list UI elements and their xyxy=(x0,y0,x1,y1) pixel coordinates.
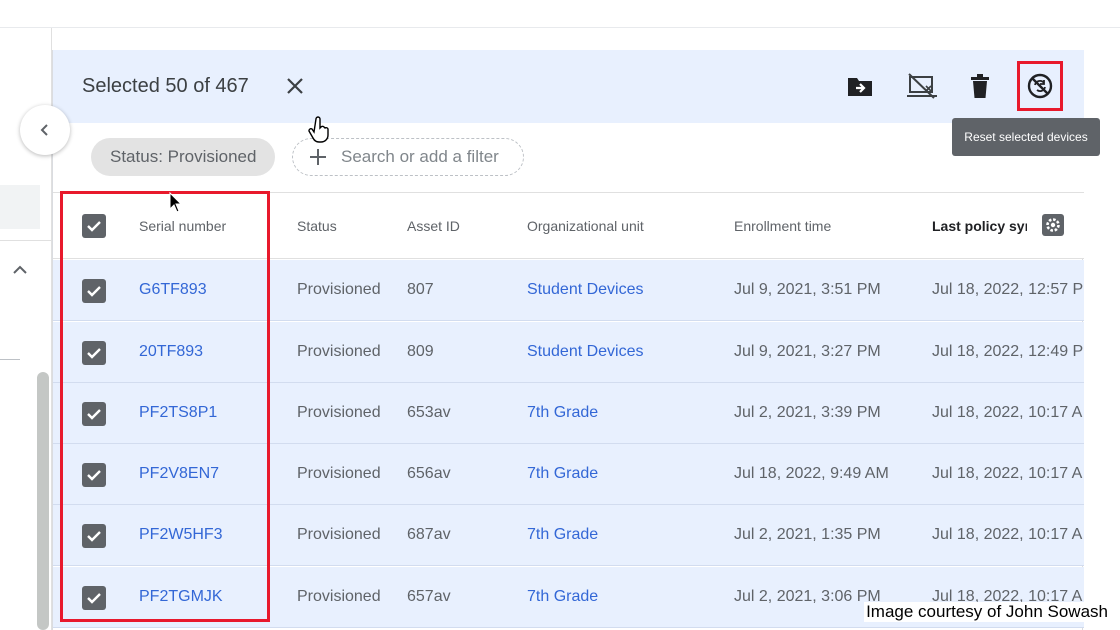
org-unit-link[interactable]: 7th Grade xyxy=(527,526,598,544)
asset-id-cell: 657av xyxy=(407,588,451,605)
reset-selected-devices-button[interactable] xyxy=(1026,72,1054,100)
row-checkbox[interactable] xyxy=(82,402,106,426)
delete-icon xyxy=(971,74,989,98)
image-credit-caption: Image courtesy of John Sowash xyxy=(864,602,1110,622)
enrollment-time-cell: Jul 9, 2021, 3:27 PM xyxy=(734,343,881,360)
plus-icon xyxy=(310,149,326,165)
move-to-ou-icon xyxy=(848,78,872,96)
delete-button[interactable] xyxy=(966,72,994,100)
checkmark-icon xyxy=(87,348,101,359)
asset-id-cell: 656av xyxy=(407,465,451,482)
row-checkbox[interactable] xyxy=(82,463,106,487)
checkmark-icon xyxy=(87,593,101,604)
asset-id-cell: 807 xyxy=(407,281,434,298)
gear-icon[interactable] xyxy=(1041,213,1065,237)
header-last-policy-sync[interactable]: Last policy syı xyxy=(932,218,1027,234)
last-policy-sync-cell: Jul 18, 2022, 10:17 A xyxy=(932,526,1083,543)
org-unit-link[interactable]: 7th Grade xyxy=(527,404,598,422)
reset-icon xyxy=(1027,73,1053,99)
selection-bar: Selected 50 of 467 xyxy=(53,50,1084,123)
status-cell: Provisioned xyxy=(297,526,381,543)
enrollment-time-cell: Jul 2, 2021, 3:06 PM xyxy=(734,588,881,605)
org-unit-link[interactable]: 7th Grade xyxy=(527,588,598,606)
status-cell: Provisioned xyxy=(297,588,381,605)
collapse-panel-button[interactable] xyxy=(20,105,70,155)
serial-number-link[interactable]: PF2TS8P1 xyxy=(139,404,217,422)
move-to-ou-button[interactable] xyxy=(846,72,874,100)
search-placeholder: Search or add a filter xyxy=(341,147,499,166)
header-serial-number[interactable]: Serial number xyxy=(139,218,226,234)
asset-id-cell: 653av xyxy=(407,404,451,421)
header-organizational-unit[interactable]: Organizational unit xyxy=(527,218,644,234)
checkmark-icon xyxy=(87,409,101,420)
enrollment-time-cell: Jul 2, 2021, 1:35 PM xyxy=(734,526,881,543)
filter-bar: Status: Provisioned Search or add a filt… xyxy=(53,123,1084,193)
top-bar xyxy=(0,0,1120,28)
row-checkbox[interactable] xyxy=(82,341,106,365)
header-enrollment-time[interactable]: Enrollment time xyxy=(734,218,831,234)
serial-number-link[interactable]: PF2TGMJK xyxy=(139,588,223,606)
checkmark-icon xyxy=(87,286,101,297)
enrollment-time-cell: Jul 18, 2022, 9:49 AM xyxy=(734,465,889,482)
close-icon xyxy=(287,78,303,94)
table-row[interactable]: PF2W5HF3 Provisioned 687av 7th Grade Jul… xyxy=(53,505,1084,566)
reset-tooltip: Reset selected devices xyxy=(952,118,1100,156)
status-cell: Provisioned xyxy=(297,281,381,298)
enrollment-time-cell: Jul 9, 2021, 3:51 PM xyxy=(734,281,881,298)
serial-number-link[interactable]: G6TF893 xyxy=(139,281,207,299)
status-filter-chip[interactable]: Status: Provisioned xyxy=(91,138,276,176)
org-unit-link[interactable]: Student Devices xyxy=(527,281,644,299)
selection-count: Selected 50 of 467 xyxy=(82,75,249,97)
asset-id-cell: 687av xyxy=(407,526,451,543)
select-all-checkbox[interactable] xyxy=(82,214,106,238)
org-unit-link[interactable]: Student Devices xyxy=(527,343,644,361)
nav-selected-item[interactable] xyxy=(0,185,40,229)
checkmark-icon xyxy=(87,221,101,232)
hand-pointer-icon xyxy=(308,116,329,143)
serial-number-link[interactable]: PF2V8EN7 xyxy=(139,465,219,483)
nav-scrollbar[interactable] xyxy=(37,372,49,630)
serial-number-link[interactable]: 20TF893 xyxy=(139,343,203,361)
row-checkbox[interactable] xyxy=(82,524,106,548)
row-checkbox[interactable] xyxy=(82,586,106,610)
table-row[interactable]: G6TF893 Provisioned 807 Student Devices … xyxy=(53,260,1084,321)
org-unit-link[interactable]: 7th Grade xyxy=(527,465,598,483)
checkmark-icon xyxy=(87,531,101,542)
deprovision-icon xyxy=(907,73,937,99)
mouse-pointer-icon xyxy=(169,192,183,213)
enrollment-time-cell: Jul 2, 2021, 3:39 PM xyxy=(734,404,881,421)
row-checkbox[interactable] xyxy=(82,279,106,303)
status-cell: Provisioned xyxy=(297,404,381,421)
header-asset-id[interactable]: Asset ID xyxy=(407,218,460,234)
serial-number-link[interactable]: PF2W5HF3 xyxy=(139,526,223,544)
table-row[interactable]: PF2TS8P1 Provisioned 653av 7th Grade Jul… xyxy=(53,383,1084,444)
chevron-up-icon[interactable] xyxy=(10,260,30,280)
devices-panel: Selected 50 of 467 Status: Provisioned S… xyxy=(52,50,1084,630)
checkmark-icon xyxy=(87,470,101,481)
table-row[interactable]: 20TF893 Provisioned 809 Student Devices … xyxy=(53,322,1084,383)
asset-id-cell: 809 xyxy=(407,343,434,360)
table-header: Serial number Status Asset ID Organizati… xyxy=(53,193,1084,259)
clear-selection-button[interactable] xyxy=(283,74,307,98)
last-policy-sync-cell: Jul 18, 2022, 10:17 A xyxy=(932,404,1083,421)
last-policy-sync-cell: Jul 18, 2022, 10:17 A xyxy=(932,465,1083,482)
last-policy-sync-cell: Jul 18, 2022, 12:57 P xyxy=(932,281,1084,298)
nav-divider xyxy=(0,359,20,360)
status-cell: Provisioned xyxy=(297,343,381,360)
status-cell: Provisioned xyxy=(297,465,381,482)
header-status[interactable]: Status xyxy=(297,218,337,234)
deprovision-button[interactable] xyxy=(906,72,938,100)
chevron-left-icon xyxy=(40,124,48,136)
table-row[interactable]: PF2V8EN7 Provisioned 656av 7th Grade Jul… xyxy=(53,444,1084,505)
last-policy-sync-cell: Jul 18, 2022, 12:49 P xyxy=(932,343,1084,360)
nav-divider xyxy=(0,240,52,241)
